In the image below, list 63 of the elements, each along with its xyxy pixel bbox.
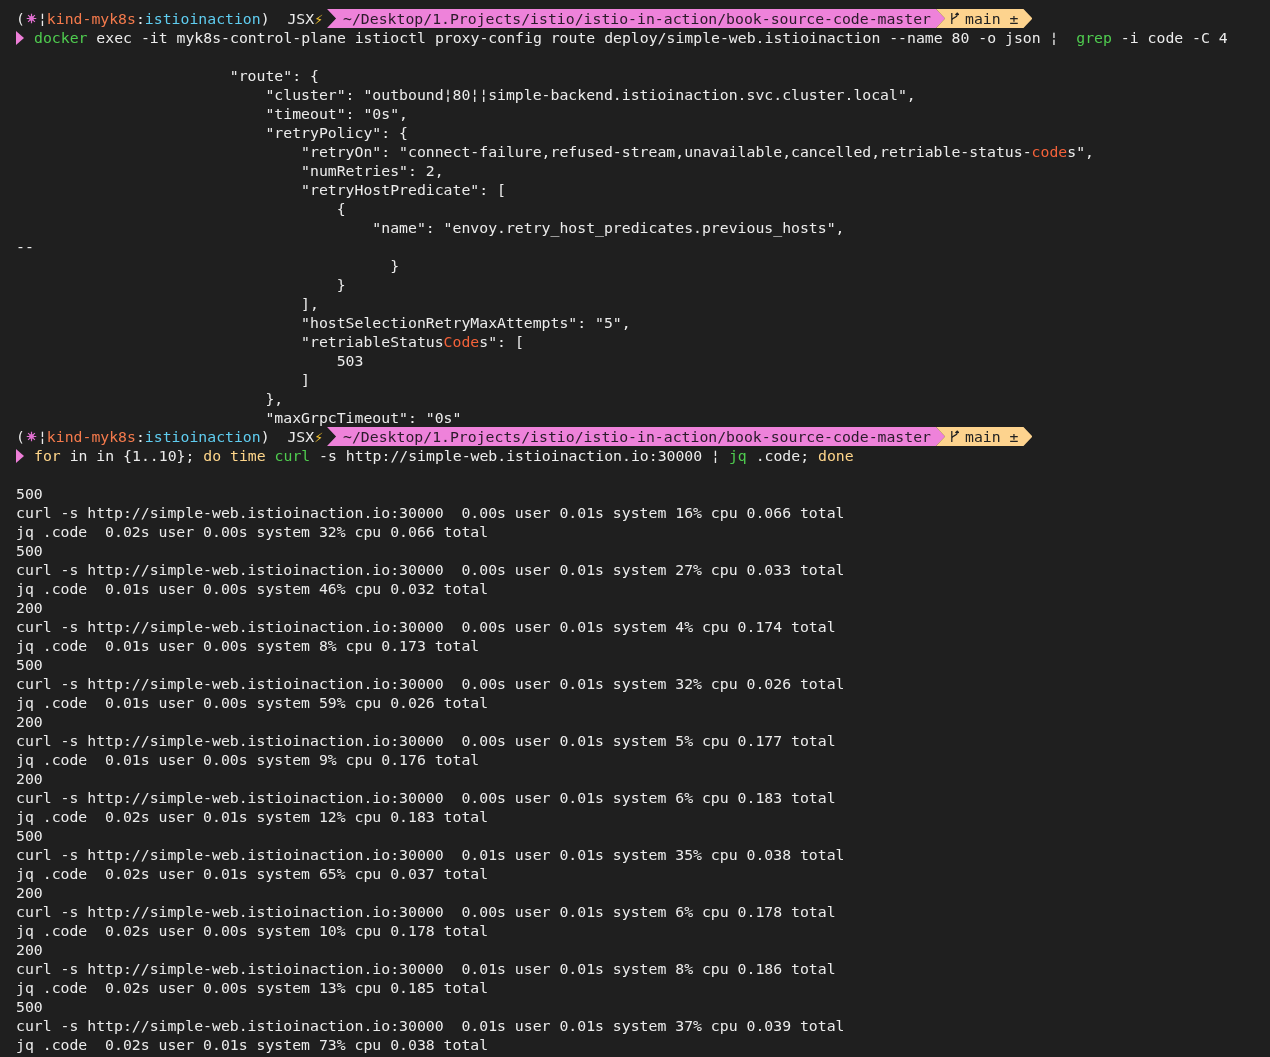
output-line: curl -s http://simple-web.istioinaction.io:30000 0.00s user 0.01s system 27% cpu 0.033 total (16, 560, 845, 579)
output-line: curl -s http://simple-web.istioinaction.io:30000 0.00s user 0.01s system 6% cpu 0.178 total (16, 902, 836, 921)
prompt-context: ( ¦kind-myk8s:istioinaction) JSX⚡ (16, 9, 324, 28)
output-line: jq .code 0.02s user 0.00s system 13% cpu 0.185 total (16, 978, 489, 997)
output-line: jq .code 0.02s user 0.00s system 32% cpu 0.066 total (16, 522, 489, 541)
output-line: 200 (16, 883, 43, 902)
prompt-context: ( ¦kind-myk8s:istioinaction) JSX⚡ (16, 427, 324, 446)
output-line: "retryHostPredicate": [ (300, 180, 506, 199)
output-line: curl -s http://simple-web.istioinaction.io:30000 0.01s user 0.01s system 8% cpu 0.186 total (16, 959, 836, 978)
output-line: ], (300, 294, 319, 313)
output-line: "retryPolicy": { (264, 123, 408, 142)
output-line: "timeout": "0s", (264, 104, 408, 123)
output-line: "maxGrpcTimeout": "0s" (264, 408, 462, 427)
branch-name: main ± (965, 427, 1019, 446)
output-line: 200 (16, 940, 43, 959)
output-line: curl -s http://simple-web.istioinaction.io:30000 0.00s user 0.01s system 32% cpu 0.026 total (16, 674, 845, 693)
prompt-arrow-icon (16, 30, 24, 45)
output-line: } (389, 256, 400, 275)
output-line: jq .code 0.02s user 0.01s system 12% cpu 0.183 total (16, 807, 489, 826)
output-line: { (335, 199, 346, 218)
output-line: 500 (16, 541, 43, 560)
command-line: docker exec -it myk8s-control-plane istioctl proxy-config route deploy/simple-web.istioinaction --name 80 -o json ¦ grep -i code -C 4 (34, 28, 1228, 47)
branch-icon (950, 430, 959, 443)
output-line: "route": { (228, 66, 319, 85)
output-line: ] (300, 370, 310, 389)
output-line: } (335, 275, 346, 294)
branch-icon (950, 12, 959, 25)
output-line: 503 (335, 351, 364, 370)
output-line: "hostSelectionRetryMaxAttempts": "5", (300, 313, 631, 332)
output-line: }, (264, 389, 284, 408)
output-line: curl -s http://simple-web.istioinaction.io:30000 0.00s user 0.01s system 6% cpu 0.183 total (16, 788, 836, 807)
path-segment: ~/Desktop/1.Projects/istio/istio-in-action/book-source-code-master (327, 427, 945, 446)
output-line: "retriableStatusCodes": [ (300, 332, 524, 351)
path-segment: ~/Desktop/1.Projects/istio/istio-in-action/book-source-code-master (327, 9, 945, 28)
output-line: jq .code 0.02s user 0.01s system 65% cpu 0.037 total (16, 864, 489, 883)
output-line: curl -s http://simple-web.istioinaction.io:30000 0.01s user 0.01s system 35% cpu 0.038 total (16, 845, 845, 864)
output-line: 200 (16, 598, 43, 617)
output-line: jq .code 0.02s user 0.01s system 73% cpu 0.038 total (16, 1035, 489, 1054)
output-line: curl -s http://simple-web.istioinaction.io:30000 0.00s user 0.01s system 5% cpu 0.177 total (16, 731, 836, 750)
output-line: 500 (16, 826, 43, 845)
output-line: jq .code 0.02s user 0.00s system 10% cpu 0.178 total (16, 921, 489, 940)
output-line: 200 (16, 712, 43, 731)
wheel-icon (25, 13, 37, 24)
output-line: -- (16, 237, 34, 256)
output-line: 500 (16, 997, 43, 1016)
output-line: "cluster": "outbound¦80¦¦simple-backend.istioinaction.svc.cluster.local", (264, 85, 916, 104)
output-line: 200 (16, 769, 43, 788)
output-line: "retryOn": "connect-failure,refused-stream,unavailable,cancelled,retriable-status-codes", (300, 142, 1094, 161)
prompt-arrow-icon (16, 448, 24, 463)
output-line: jq .code 0.01s user 0.00s system 46% cpu 0.032 total (16, 579, 489, 598)
output-line: "numRetries": 2, (300, 161, 444, 180)
output-line: jq .code 0.01s user 0.00s system 9% cpu 0.176 total (16, 750, 480, 769)
output-line: jq .code 0.01s user 0.00s system 8% cpu 0.173 total (16, 636, 480, 655)
branch-name: main ± (965, 9, 1019, 28)
output-line: 500 (16, 655, 43, 674)
output-line: 500 (16, 484, 43, 503)
output-line: jq .code 0.01s user 0.00s system 59% cpu 0.026 total (16, 693, 489, 712)
output-line: "name": "envoy.retry_host_predicates.previous_hosts", (371, 218, 845, 237)
output-line: curl -s http://simple-web.istioinaction.io:30000 0.00s user 0.01s system 4% cpu 0.174 total (16, 617, 836, 636)
wheel-icon (25, 431, 37, 442)
output-line: curl -s http://simple-web.istioinaction.io:30000 0.01s user 0.01s system 37% cpu 0.039 total (16, 1016, 845, 1035)
command-line: for in in {1..10}; do time curl -s http://simple-web.istioinaction.io:30000 ¦ jq .code; done (34, 446, 854, 465)
output-line: curl -s http://simple-web.istioinaction.io:30000 0.00s user 0.01s system 16% cpu 0.066 total (16, 503, 845, 522)
